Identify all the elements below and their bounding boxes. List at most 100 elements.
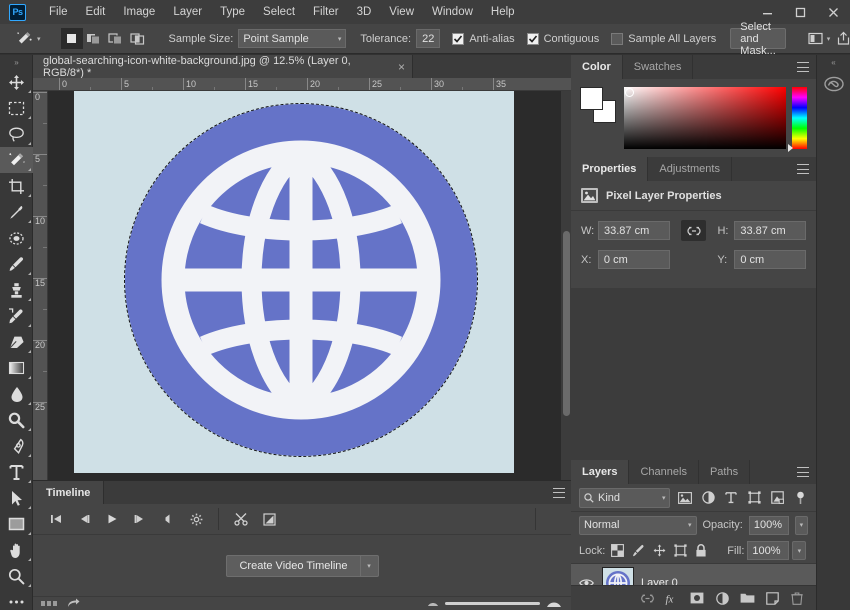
smart-object-filter-icon[interactable] [769,488,785,508]
panel-menu-icon[interactable] [797,164,809,174]
color-marker[interactable] [625,88,634,97]
menu-file[interactable]: File [40,2,77,22]
scrollbar-thumb[interactable] [563,231,570,416]
blend-mode-select[interactable]: Normal ▾ [579,515,697,535]
x-position-field[interactable]: 0 cm [597,250,670,269]
menu-edit[interactable]: Edit [77,2,115,22]
delete-layer-button[interactable] [786,587,808,609]
go-to-first-frame-button[interactable] [43,507,69,531]
panel-menu-icon[interactable] [797,467,809,477]
history-brush-tool[interactable] [0,303,33,329]
menu-type[interactable]: Type [211,2,254,22]
share-icon[interactable] [836,28,850,49]
tab-channels[interactable]: Channels [629,460,699,484]
panel-menu-icon[interactable] [797,62,809,72]
blur-tool[interactable] [0,381,33,407]
transition-button[interactable] [256,507,282,531]
new-layer-button[interactable] [761,587,783,609]
eraser-tool[interactable] [0,329,33,355]
saturation-value-field[interactable] [624,87,786,149]
horizontal-ruler[interactable]: 0 5 10 15 20 25 30 35 [33,78,572,91]
edit-toolbar-button[interactable] [0,589,33,610]
chevron-down-icon[interactable]: ▾ [360,554,379,577]
eyedropper-tool[interactable] [0,199,33,225]
lock-artboard-icon[interactable] [671,541,689,561]
tab-color[interactable]: Color [571,55,623,79]
dodge-tool[interactable] [0,407,33,433]
tab-timeline[interactable]: Timeline [33,481,105,504]
shape-filter-icon[interactable] [746,488,762,508]
create-video-timeline-button[interactable]: Create Video Timeline [226,554,361,577]
brush-tool[interactable] [0,251,33,277]
menu-view[interactable]: View [380,2,423,22]
subtract-from-selection-button[interactable] [104,28,127,49]
pixel-filter-icon[interactable] [677,488,693,508]
layer-style-button[interactable]: fx [661,587,683,609]
move-tool[interactable] [0,69,33,95]
tab-swatches[interactable]: Swatches [623,55,694,79]
sample-size-select[interactable]: Point Sample ▾ [238,29,347,48]
path-selection-tool[interactable] [0,485,33,511]
menu-image[interactable]: Image [114,2,164,22]
rectangular-marquee-tool[interactable] [0,95,33,121]
adjustment-filter-icon[interactable] [700,488,716,508]
type-filter-icon[interactable] [723,488,739,508]
width-field[interactable]: 33.87 cm [598,221,670,240]
timeline-settings-button[interactable] [183,507,209,531]
tab-paths[interactable]: Paths [699,460,751,484]
new-adjustment-layer-button[interactable] [711,587,733,609]
menu-layer[interactable]: Layer [164,2,211,22]
timeline-zoom-slider[interactable] [427,599,562,608]
add-to-selection-button[interactable] [82,28,105,49]
zoom-in-icon[interactable] [546,599,562,608]
hand-tool[interactable] [0,537,33,563]
gradient-tool[interactable] [0,355,33,381]
link-layers-button[interactable] [636,587,658,609]
hue-marker[interactable] [788,144,793,152]
spot-healing-brush-tool[interactable] [0,225,33,251]
creative-cloud-button[interactable] [817,69,850,99]
menu-window[interactable]: Window [423,2,482,22]
toolbar-collapse-handle[interactable]: » [0,55,32,69]
zoom-out-icon[interactable] [427,600,439,607]
play-button[interactable] [99,507,125,531]
workspace-switcher-icon[interactable] [808,28,823,49]
next-frame-button[interactable] [127,507,153,531]
maximize-button[interactable] [784,0,817,24]
rectangle-tool[interactable] [0,511,33,537]
tab-adjustments[interactable]: Adjustments [648,157,732,181]
render-video-icon[interactable] [67,598,80,609]
panel-menu-icon[interactable] [553,487,565,498]
new-group-button[interactable] [736,587,758,609]
opacity-stepper[interactable]: ▾ [794,515,808,535]
zoom-tool[interactable] [0,563,33,589]
toggle-filter-icon[interactable] [792,488,808,508]
menu-3d[interactable]: 3D [348,2,381,22]
previous-frame-button[interactable] [71,507,97,531]
lock-position-icon[interactable] [650,541,668,561]
y-position-field[interactable]: 0 cm [734,250,806,269]
split-clip-button[interactable] [228,507,254,531]
filter-kind-select[interactable]: Kind ▾ [579,487,671,508]
lasso-tool[interactable] [0,121,33,147]
magic-wand-tool[interactable] [0,147,33,173]
timeline-render-icons[interactable] [41,601,59,606]
close-button[interactable] [817,0,850,24]
anti-alias-checkbox[interactable]: Anti-alias [452,32,515,45]
close-icon[interactable]: × [398,61,405,73]
sample-all-layers-checkbox[interactable]: Sample All Layers [611,32,716,45]
audio-button[interactable] [155,507,181,531]
menu-select[interactable]: Select [254,2,304,22]
hue-slider[interactable] [788,87,807,152]
clone-stamp-tool[interactable] [0,277,33,303]
tab-layers[interactable]: Layers [571,460,630,484]
zoom-slider-track[interactable] [445,602,540,605]
tolerance-input[interactable]: 22 [416,29,441,48]
cc-rail-handle[interactable]: « [817,55,850,69]
select-and-mask-button[interactable]: Select and Mask... [730,21,786,57]
tab-properties[interactable]: Properties [571,157,649,181]
lock-all-icon[interactable] [692,541,710,561]
lock-image-pixels-icon[interactable] [629,541,647,561]
height-field[interactable]: 33.87 cm [734,221,806,240]
chevron-down-icon[interactable]: ▾ [827,35,831,43]
